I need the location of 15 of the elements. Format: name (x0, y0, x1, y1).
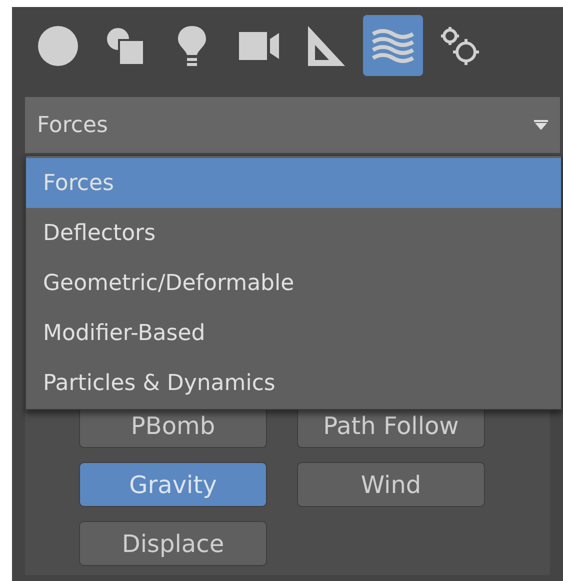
dropdown-option[interactable]: Geometric/Deformable (26, 258, 561, 308)
object-button[interactable]: Gravity (79, 462, 267, 507)
object-button[interactable]: Wind (297, 462, 485, 507)
dropdown-value: Forces (37, 112, 108, 140)
dropdown-option[interactable]: Forces (26, 158, 561, 208)
dropdown-option[interactable]: Deflectors (26, 208, 561, 258)
dropdown-arrow-icon (534, 120, 548, 130)
dropdown-option[interactable]: Modifier-Based (26, 308, 561, 358)
gears-icon (440, 26, 480, 66)
category-dropdown[interactable]: Forces (25, 97, 560, 153)
camera-icon (238, 30, 280, 60)
object-button[interactable]: Displace (79, 521, 267, 566)
sphere-icon (37, 24, 79, 66)
light-bulb-icon (177, 24, 207, 66)
waves-icon (371, 28, 415, 64)
